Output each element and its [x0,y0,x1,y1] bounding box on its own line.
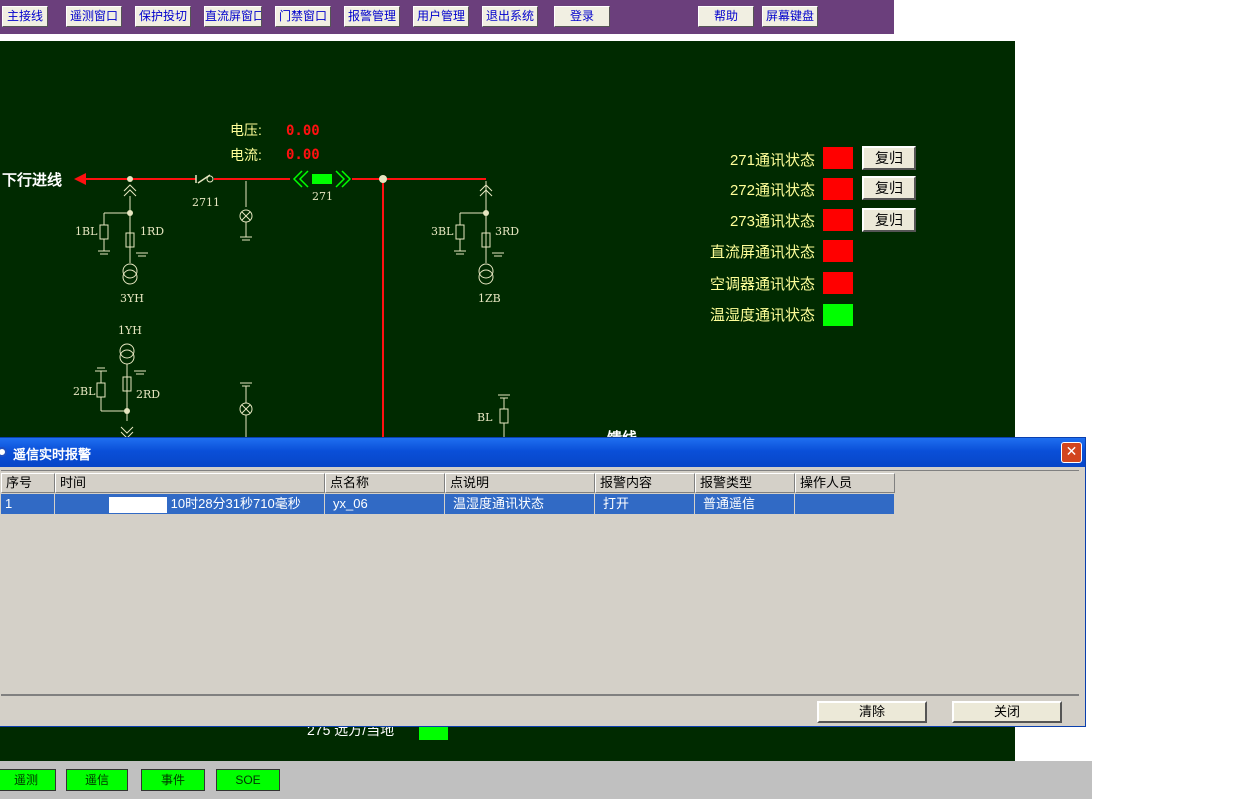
event-tab[interactable]: 事件 [141,769,205,791]
top-toolbar: 主接线 遥测窗口 保护投切 直流屏窗口 门禁窗口 报警管理 用户管理 退出系统 … [0,0,894,34]
comm-status-273-indicator [823,209,853,231]
comm-status-ac-label: 空调器通讯状态 [709,276,815,293]
comm-status-temp-label: 温湿度通讯状态 [709,307,815,324]
breaker-271-left-chevron2-icon [298,170,309,188]
dialog-title: 遥信实时报警 [13,447,92,462]
label-3yh: 3YH [120,292,144,305]
comm-status-272-label: 272通讯状态 [729,182,815,199]
label-3bl: 3BL [431,225,454,238]
alarm-management-button[interactable]: 报警管理 [344,6,400,27]
soe-tab[interactable]: SOE [216,769,280,791]
protection-switch-button[interactable]: 保护投切 [135,6,191,27]
arrester-bl-icon [499,408,509,424]
column-header-alarm-type[interactable]: 报警类型 [695,473,795,493]
comm-status-272-indicator [823,178,853,200]
label-3rd: 3RD [495,225,520,238]
screen-keyboard-button[interactable]: 屏幕键盘 [762,6,818,27]
label-1zb: 1ZB [478,292,501,305]
user-management-button[interactable]: 用户管理 [413,6,469,27]
current-label: 电流: [230,147,262,163]
breaker-271-label: 271 [312,190,333,203]
breaker-271-right-chevron-icon [335,170,346,188]
label-1yh: 1YH [118,324,142,337]
cell-operator [795,494,895,514]
column-header-point-desc[interactable]: 点说明 [445,473,595,493]
arrester-1bl-icon [99,224,109,240]
comm-status-271-indicator [823,147,853,169]
dialog-button-bar: 清除 关闭 [1,694,1079,726]
comm-status-temp-indicator [823,304,853,326]
app-icon [0,447,7,457]
left-branch-node [127,176,133,182]
telemetry-tab[interactable]: 遥测 [0,769,56,791]
label-1bl: 1BL [75,225,98,238]
cell-point-desc: 温湿度通讯状态 [445,494,595,514]
transformer-1zb-icon [478,263,494,279]
reset-272-button[interactable]: 复归 [862,176,916,200]
column-header-index[interactable]: 序号 [1,473,55,493]
label-2rd: 2RD [136,388,161,401]
current-value: 0.00 [286,147,320,163]
voltage-value: 0.00 [286,123,320,139]
switch-2711-label: 2711 [192,196,220,209]
switch-2711-pivot [206,175,214,183]
bottom-status-bar: 遥测 遥信 事件 SOE [0,761,1092,799]
left-branch-disconnect2-icon [123,189,137,197]
comm-status-dc-label: 直流屏通讯状态 [709,244,815,261]
cell-time: 10时28分31秒710毫秒 [55,494,325,514]
pt-1yh-icon [119,343,135,359]
label-2bl: 2BL [73,385,96,398]
column-header-alarm-content[interactable]: 报警内容 [595,473,695,493]
help-button[interactable]: 帮助 [698,6,754,27]
clear-button[interactable]: 清除 [817,701,927,723]
bus-junction-node [379,175,387,183]
reset-271-button[interactable]: 复归 [862,146,916,170]
login-button[interactable]: 登录 [554,6,610,27]
comm-status-dc-indicator [823,240,853,262]
exit-system-button[interactable]: 退出系统 [482,6,538,27]
incoming-line-arrow-icon [74,173,86,185]
comm-status-271-label: 271通讯状态 [729,152,815,169]
cell-alarm-content: 打开 [595,494,695,514]
reset-273-button[interactable]: 复归 [862,208,916,232]
arrester-2bl-icon [96,382,106,398]
label-1rd: 1RD [140,225,165,238]
label-bl: BL [477,411,493,424]
breaker-271[interactable] [312,174,332,184]
cell-index: 1 [1,494,55,514]
column-header-operator[interactable]: 操作人员 [795,473,895,493]
redacted-block [109,496,167,513]
column-header-time[interactable]: 时间 [55,473,325,493]
comm-status-ac-indicator [823,272,853,294]
comm-status-273-label: 273通讯状态 [729,213,815,230]
remote-signal-tab[interactable]: 遥信 [66,769,128,791]
dialog-titlebar[interactable]: 遥信实时报警 ✕ [0,438,1085,467]
close-icon[interactable]: ✕ [1061,442,1082,463]
remote-signal-alarm-dialog: 遥信实时报警 ✕ 序号 时间 点名称 点说明 报警内容 报警类型 操作人员 1 … [0,437,1086,727]
cell-time-text: 10时28分31秒710毫秒 [170,496,301,511]
incoming-line-label: 下行进线 [2,172,63,189]
voltage-label: 电压: [230,122,262,138]
column-header-point-name[interactable]: 点名称 [325,473,445,493]
close-button[interactable]: 关闭 [952,701,1062,723]
dc-panel-window-button[interactable]: 直流屏窗口 [204,6,262,27]
main-wiring-button[interactable]: 主接线 [2,6,48,27]
arrester-3bl-icon [455,224,465,240]
cell-alarm-type: 普通遥信 [695,494,795,514]
access-control-window-button[interactable]: 门禁窗口 [275,6,331,27]
alarm-table: 序号 时间 点名称 点说明 报警内容 报警类型 操作人员 1 10时28分31秒… [1,470,1079,693]
telemetry-window-button[interactable]: 遥测窗口 [66,6,122,27]
pt-3yh-icon [122,263,138,279]
cell-point-name: yx_06 [325,494,445,514]
